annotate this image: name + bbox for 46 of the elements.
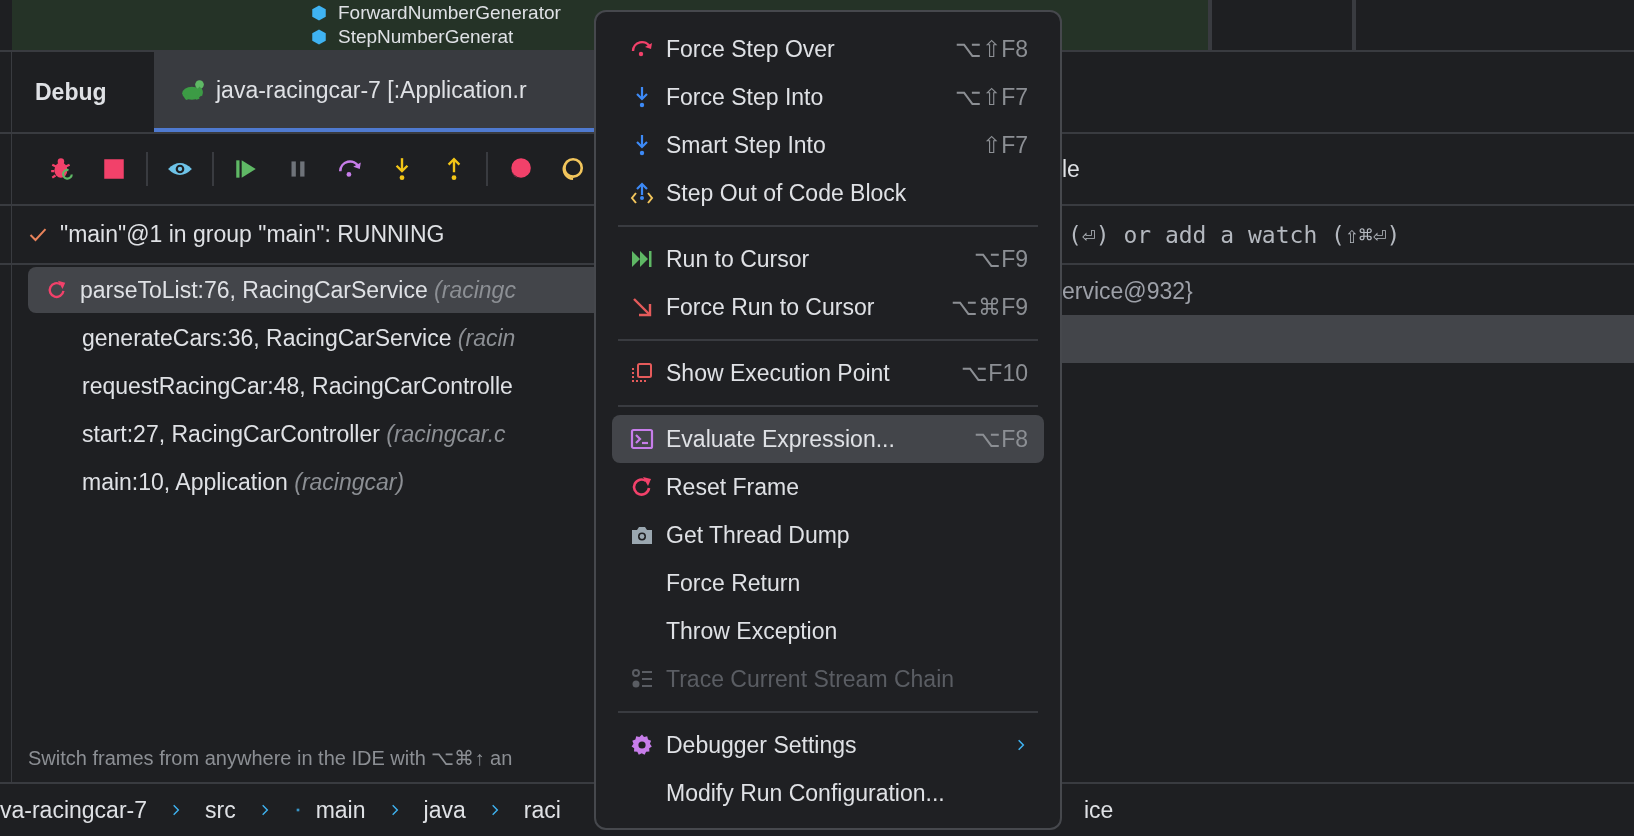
- tree-item[interactable]: StepNumberGenerat: [310, 25, 514, 49]
- menu-item[interactable]: Force Return: [612, 559, 1044, 607]
- breadcrumb[interactable]: java: [423, 796, 466, 824]
- breadcrumb[interactable]: ice: [1084, 796, 1114, 823]
- execution-point-icon: [630, 361, 654, 385]
- interface-icon: [310, 4, 328, 22]
- stop-icon: [101, 156, 127, 182]
- stack-frame[interactable]: start:27, RacingCarController (racingcar.c: [28, 411, 594, 457]
- reset-icon: [46, 279, 68, 301]
- watch-hint: (⏎) or add a watch (⇧⌘⏎): [1068, 221, 1401, 248]
- step-out-icon: [630, 181, 654, 205]
- menu-item[interactable]: Throw Exception: [612, 607, 1044, 655]
- arrow-icon: [630, 295, 654, 319]
- terminal-icon: [630, 427, 654, 451]
- console-tab[interactable]: le: [1062, 155, 1080, 183]
- run-tab[interactable]: java-racingcar-7 [:Application.r: [154, 52, 594, 132]
- hint-text: Switch frames from anywhere in the IDE with ⌥⌘↑ an: [27, 746, 514, 771]
- breadcrumb[interactable]: src: [205, 796, 236, 824]
- menu-item[interactable]: Force Run to Cursor ⌥⌘F9: [612, 283, 1044, 331]
- tree-item[interactable]: ForwardNumberGenerator: [310, 1, 561, 25]
- stack-frame[interactable]: generateCars:36, RacingCarService (racin: [28, 315, 594, 361]
- breadcrumb[interactable]: va-racingcar-7: [0, 796, 147, 824]
- menu-item[interactable]: Run to Cursor ⌥F9: [612, 235, 1044, 283]
- variable-row[interactable]: ervice@932}: [1062, 267, 1634, 315]
- reset-icon: [630, 475, 654, 499]
- menu-item[interactable]: Smart Step Into ⇧F7: [612, 121, 1044, 169]
- menu-item[interactable]: Force Step Over ⌥⇧F8: [612, 25, 1044, 73]
- panel-title: Debug: [34, 78, 108, 106]
- menu-item[interactable]: Modify Run Configuration...: [612, 769, 1044, 817]
- elephant-icon: [180, 77, 206, 103]
- menu-item[interactable]: Step Out of Code Block: [612, 169, 1044, 217]
- thread-status[interactable]: "main"@1 in group "main": RUNNING: [60, 221, 445, 248]
- stack-frame[interactable]: parseToList:76, RacingCarService (racingc: [28, 267, 594, 313]
- menu-item[interactable]: Get Thread Dump: [612, 511, 1044, 559]
- settings-icon: [630, 733, 654, 757]
- menu-item[interactable]: Force Step Into ⌥⇧F7: [612, 73, 1044, 121]
- stack-frame[interactable]: requestRacingCar:48, RacingCarControlle: [28, 363, 594, 409]
- menu-item[interactable]: Debugger Settings: [612, 721, 1044, 769]
- debug-icon: [49, 156, 75, 182]
- breadcrumb[interactable]: raci: [523, 796, 561, 824]
- menu-item[interactable]: Show Execution Point ⌥F10: [612, 349, 1044, 397]
- menu-item[interactable]: Reset Frame: [612, 463, 1044, 511]
- breadcrumb[interactable]: main: [315, 796, 366, 824]
- menu-item[interactable]: Evaluate Expression... ⌥F8: [612, 415, 1044, 463]
- stack-frame[interactable]: main:10, Application (racingcar): [28, 459, 594, 505]
- interface-icon: [310, 28, 328, 46]
